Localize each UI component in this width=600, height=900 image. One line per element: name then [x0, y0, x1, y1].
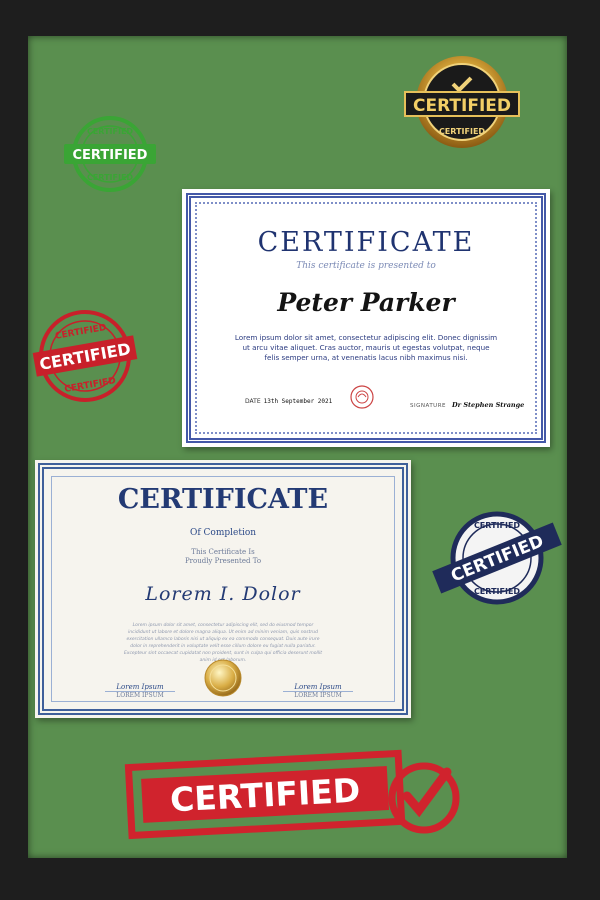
date-line: DATE 13th September 2021	[245, 398, 332, 405]
navy-certified-stamp: CERTIFIED CERTIFIED CERTIFIED	[432, 511, 562, 605]
certificate-title: CERTIFICATE	[257, 227, 475, 258]
signature-left-label: LOREM IPSUM	[116, 692, 164, 699]
certificate-body: Lorem ipsum dolor sit amet, consectetur …	[234, 333, 498, 362]
certificate-title: CERTIFICATE	[117, 484, 329, 515]
red-certified-stamp: CERTIFIED CERTIFIED CERTIFIED	[32, 310, 138, 402]
green-stamp-text: CERTIFIED	[73, 148, 148, 163]
signature-line: SIGNATURE Dr Stephen Strange	[410, 401, 524, 409]
green-stamp-bottom-text: CERTIFIED	[87, 173, 133, 182]
laurel-seal-icon	[350, 385, 374, 409]
signature: Dr Stephen Strange	[452, 401, 525, 409]
navy-stamp-bottom-text: CERTIFIED	[474, 587, 520, 596]
signature-right: Lorem Ipsum LOREM IPSUM	[283, 683, 353, 699]
gold-certified-badge: CERTIFIED CERTIFIED	[404, 56, 520, 148]
red-rect-certified-stamp: CERTIFIED	[124, 749, 460, 840]
red-stamp-top-text: CERTIFIED	[54, 323, 107, 342]
recipient-name: Peter Parker	[277, 288, 455, 317]
recipient-name: Lorem I. Dolor	[145, 583, 301, 605]
certificate-top: CERTIFICATE This certificate is presente…	[182, 189, 550, 447]
certificate-subtitle: Of Completion	[189, 528, 257, 538]
presented-line-1: This Certificate Is	[191, 548, 255, 556]
check-icon	[402, 767, 452, 818]
date-label: DATE	[245, 398, 261, 405]
date-value: 13th September 2021	[263, 398, 333, 405]
gold-seal-icon	[204, 659, 242, 697]
presented-text: This Certificate Is Proudly Presented To	[35, 548, 411, 566]
certificate-subtitle: This certificate is presented to	[296, 261, 436, 271]
certificate-bottom: CERTIFICATE Of Completion This Certifica…	[35, 460, 411, 718]
gold-badge-text-lower: CERTIFIED	[439, 127, 485, 136]
signature-left: Lorem Ipsum LOREM IPSUM	[105, 683, 175, 699]
green-certified-stamp: CERTIFIED CERTIFIED CERTIFIED	[64, 116, 156, 192]
signature-label: SIGNATURE	[410, 403, 447, 409]
signature-right-name: Lorem Ipsum	[283, 683, 353, 692]
presented-line-2: Proudly Presented To	[184, 557, 262, 565]
navy-stamp-top-text: CERTIFIED	[474, 521, 520, 530]
gold-badge-text: CERTIFIED	[413, 96, 511, 116]
signature-left-name: Lorem Ipsum	[105, 683, 175, 692]
green-stamp-top-text: CERTIFIED	[87, 127, 133, 136]
signature-right-label: LOREM IPSUM	[294, 692, 342, 699]
